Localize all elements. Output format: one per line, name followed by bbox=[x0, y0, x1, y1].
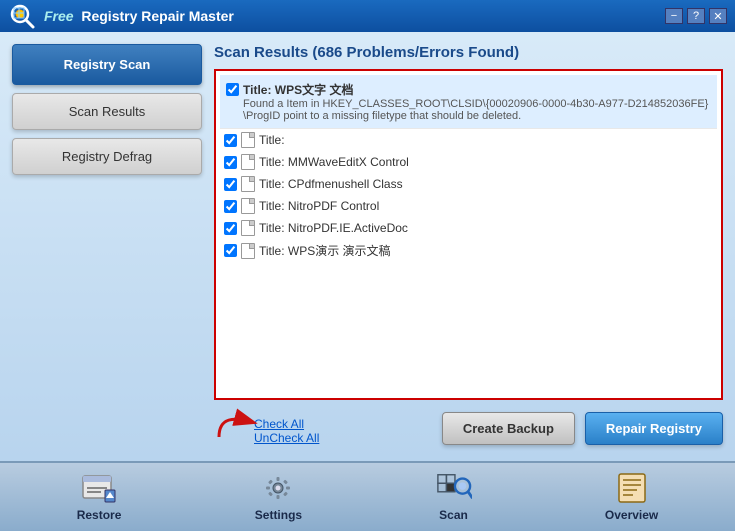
restore-icon bbox=[81, 472, 117, 504]
help-button[interactable]: ? bbox=[687, 8, 705, 24]
footer-settings-label: Settings bbox=[255, 508, 302, 522]
footer-item-scan[interactable]: Scan bbox=[424, 468, 484, 526]
result-item-0: Title: WPS文字 文档 Found a Item in HKEY_CLA… bbox=[220, 75, 717, 129]
panel-title: Scan Results (686 Problems/Errors Found) bbox=[214, 44, 723, 61]
main-content: Registry Scan Scan Results Registry Defr… bbox=[0, 32, 735, 461]
app-title: Free Registry Repair Master bbox=[44, 8, 665, 24]
links-left: Check All UnCheck All bbox=[214, 417, 319, 445]
result-checkbox-3[interactable] bbox=[224, 178, 237, 191]
repair-registry-button[interactable]: Repair Registry bbox=[585, 412, 723, 445]
result-item-3: Title: CPdfmenushell Class bbox=[220, 173, 717, 195]
result-title-0: Title: WPS文字 文档 bbox=[243, 81, 711, 98]
sidebar-item-registry-scan[interactable]: Registry Scan bbox=[12, 44, 202, 85]
result-item-6: Title: WPS演示 演示文稿 bbox=[220, 239, 717, 262]
result-label-6: Title: WPS演示 演示文稿 bbox=[259, 242, 391, 259]
footer-item-restore[interactable]: Restore bbox=[65, 468, 134, 526]
title-bar: Free Registry Repair Master − ? ✕ bbox=[0, 0, 735, 32]
settings-icon bbox=[260, 472, 296, 504]
result-label-1: Title: bbox=[259, 133, 285, 147]
app-logo bbox=[8, 2, 36, 30]
arrow-icon bbox=[214, 402, 264, 442]
result-label-4: Title: NitroPDF Control bbox=[259, 199, 379, 213]
footer-scan-label: Scan bbox=[439, 508, 468, 522]
footer-item-settings[interactable]: Settings bbox=[243, 468, 314, 526]
file-icon-6 bbox=[241, 243, 255, 259]
result-label-5: Title: NitroPDF.IE.ActiveDoc bbox=[259, 221, 408, 235]
result-detail-0: Found a Item in HKEY_CLASSES_ROOT\CLSID\… bbox=[243, 98, 711, 122]
action-buttons: Create Backup Repair Registry bbox=[442, 412, 723, 445]
file-icon-5 bbox=[241, 220, 255, 236]
bottom-links: Check All UnCheck All Create Backup Repa… bbox=[214, 408, 723, 449]
file-icon-1 bbox=[241, 132, 255, 148]
result-checkbox-6[interactable] bbox=[224, 244, 237, 257]
results-container[interactable]: Title: WPS文字 文档 Found a Item in HKEY_CLA… bbox=[214, 69, 723, 400]
sidebar-item-scan-results[interactable]: Scan Results bbox=[12, 93, 202, 130]
result-checkbox-4[interactable] bbox=[224, 200, 237, 213]
sidebar-item-registry-defrag[interactable]: Registry Defrag bbox=[12, 138, 202, 175]
result-item-5: Title: NitroPDF.IE.ActiveDoc bbox=[220, 217, 717, 239]
result-checkbox-1[interactable] bbox=[224, 134, 237, 147]
result-item-2: Title: MMWaveEditX Control bbox=[220, 151, 717, 173]
result-checkbox-2[interactable] bbox=[224, 156, 237, 169]
result-checkbox-5[interactable] bbox=[224, 222, 237, 235]
result-item-1: Title: bbox=[220, 129, 717, 151]
arrow-container bbox=[214, 402, 264, 445]
minimize-button[interactable]: − bbox=[665, 8, 683, 24]
footer-overview-label: Overview bbox=[605, 508, 658, 522]
result-item-4: Title: NitroPDF Control bbox=[220, 195, 717, 217]
file-icon-2 bbox=[241, 154, 255, 170]
footer-restore-label: Restore bbox=[77, 508, 122, 522]
footer-item-overview[interactable]: Overview bbox=[593, 468, 670, 526]
file-icon-4 bbox=[241, 198, 255, 214]
result-label-2: Title: MMWaveEditX Control bbox=[259, 155, 409, 169]
footer-toolbar: Restore Settings bbox=[0, 461, 735, 531]
right-panel: Scan Results (686 Problems/Errors Found)… bbox=[214, 44, 723, 449]
create-backup-button[interactable]: Create Backup bbox=[442, 412, 575, 445]
close-button[interactable]: ✕ bbox=[709, 8, 727, 24]
result-label-3: Title: CPdfmenushell Class bbox=[259, 177, 403, 191]
overview-icon bbox=[614, 472, 650, 504]
scan-icon bbox=[436, 472, 472, 504]
result-checkbox-0[interactable] bbox=[226, 83, 239, 96]
file-icon-3 bbox=[241, 176, 255, 192]
left-panel: Registry Scan Scan Results Registry Defr… bbox=[12, 44, 202, 449]
